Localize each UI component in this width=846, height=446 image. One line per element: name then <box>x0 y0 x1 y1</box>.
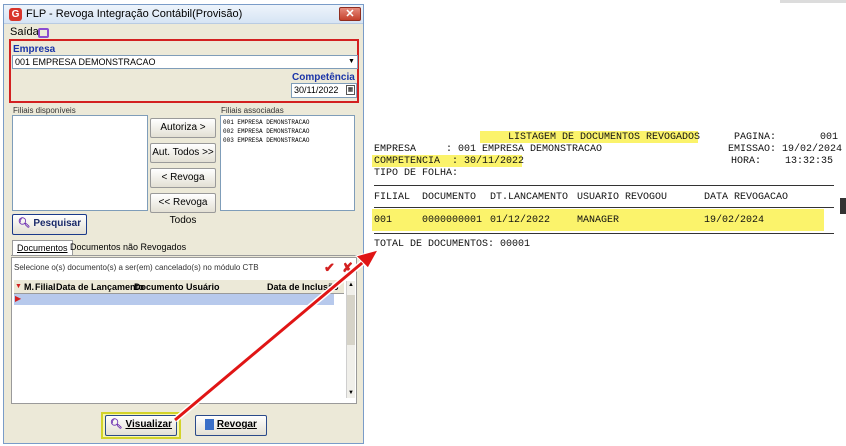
report-cell-documento: 0000000001 <box>422 215 483 226</box>
report-emissao: EMISSAO: 19/02/2024 <box>728 144 843 155</box>
report-tipo-folha: TIPO DE FOLHA: <box>374 168 459 179</box>
report-cell-usuario: MANAGER <box>577 215 620 226</box>
report-preview: LISTAGEM DE DOCUMENTOS REVOGADOS PAGINA:… <box>372 129 846 259</box>
report-hora: HORA: 13:32:35 <box>731 156 834 167</box>
report-cell-data-revogacao: 19/02/2024 <box>704 215 765 226</box>
report-title: LISTAGEM DE DOCUMENTOS REVOGADOS <box>508 132 701 143</box>
report-pagina-value: 001 <box>820 132 839 143</box>
report-col-usuario: USUARIO REVOGOU <box>577 192 668 203</box>
report-total: TOTAL DE DOCUMENTOS: 00001 <box>374 239 531 250</box>
report-col-dt-lancamento: DT.LANCAMENTO <box>490 192 569 203</box>
report-competencia: COMPETENCIA : 30/11/2022 <box>374 156 525 167</box>
report-empresa: EMPRESA : 001 EMPRESA DEMONSTRACAO <box>374 144 603 155</box>
arrow-shaft <box>174 256 369 422</box>
report-cell-dt-lancamento: 01/12/2022 <box>490 215 551 226</box>
report-col-filial: FILIAL <box>374 192 411 203</box>
report-divider-top <box>374 185 834 186</box>
report-col-data-revogacao: DATA REVOGACAO <box>704 192 789 203</box>
report-cell-filial: 001 <box>374 215 393 226</box>
report-pagina-label: PAGINA: <box>734 132 777 143</box>
edge-strip <box>780 0 846 3</box>
report-divider-bottom <box>374 233 834 234</box>
report-divider-mid <box>374 207 834 208</box>
edge-marker <box>840 198 846 214</box>
report-col-documento: DOCUMENTO <box>422 192 477 203</box>
